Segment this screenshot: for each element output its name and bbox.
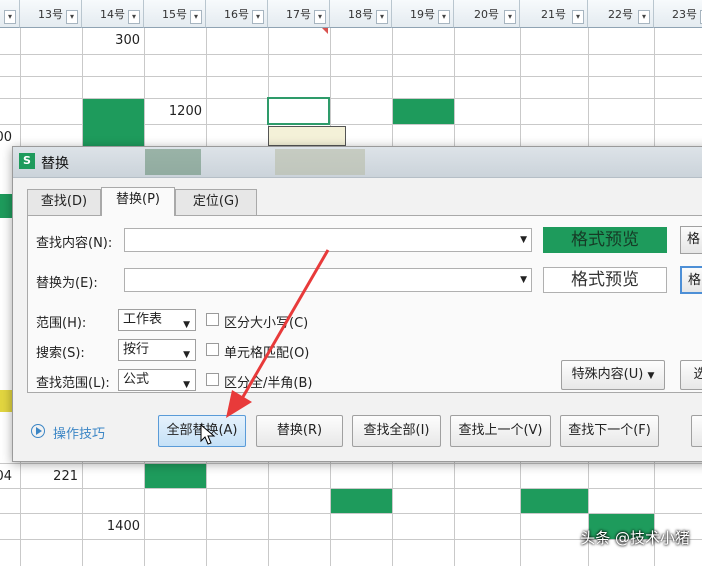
mouse-cursor-icon: [200, 424, 216, 445]
arrow-head-icon: [226, 390, 252, 418]
tab-replace[interactable]: 替换(P): [101, 187, 175, 216]
annotation-arrow: [226, 249, 330, 418]
watermark: 头条 @技术小猪: [580, 529, 690, 547]
arrow-shaft: [238, 249, 330, 403]
